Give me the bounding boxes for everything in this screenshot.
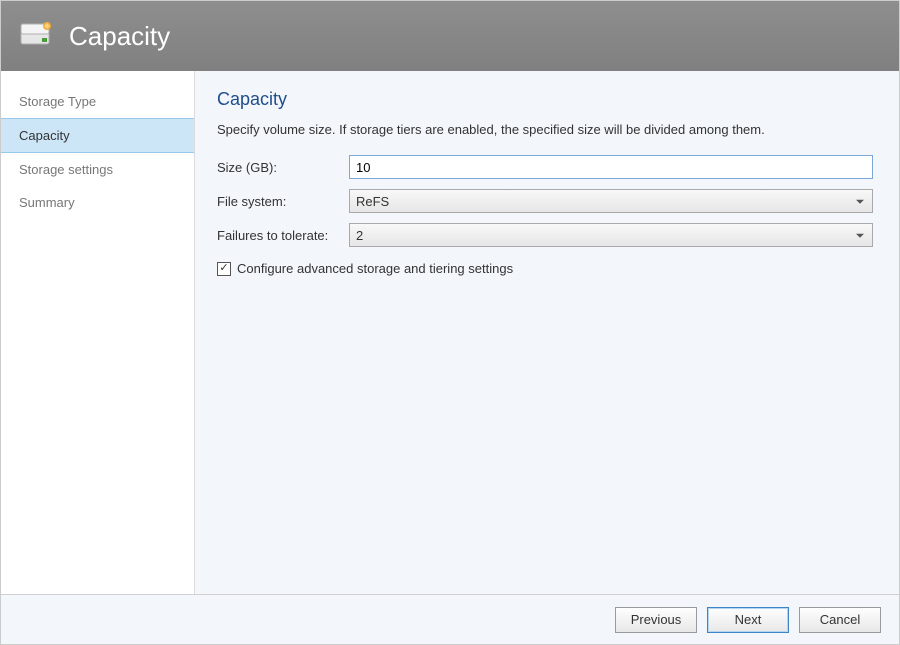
cancel-button[interactable]: Cancel xyxy=(799,607,881,633)
size-row: Size (GB): xyxy=(217,155,873,179)
failures-value: 2 xyxy=(356,228,363,243)
failures-label: Failures to tolerate: xyxy=(217,228,349,243)
next-button[interactable]: Next xyxy=(707,607,789,633)
previous-button[interactable]: Previous xyxy=(615,607,697,633)
advanced-settings-row: ✓ Configure advanced storage and tiering… xyxy=(217,261,873,276)
failures-row: Failures to tolerate: 2 xyxy=(217,223,873,247)
filesystem-row: File system: ReFS xyxy=(217,189,873,213)
failures-select[interactable]: 2 xyxy=(349,223,873,247)
check-icon: ✓ xyxy=(219,263,228,274)
sidebar-item-label: Capacity xyxy=(19,128,70,143)
wizard-header: Capacity xyxy=(1,1,899,71)
size-input[interactable] xyxy=(349,155,873,179)
wizard-body: Storage Type Capacity Storage settings S… xyxy=(1,71,899,594)
filesystem-label: File system: xyxy=(217,194,349,209)
size-label: Size (GB): xyxy=(217,160,349,175)
advanced-settings-checkbox[interactable]: ✓ xyxy=(217,262,231,276)
wizard-title: Capacity xyxy=(69,21,170,52)
page-title: Capacity xyxy=(217,89,873,110)
filesystem-value: ReFS xyxy=(356,194,389,209)
sidebar-item-label: Storage Type xyxy=(19,94,96,109)
main-panel: Capacity Specify volume size. If storage… xyxy=(195,71,899,594)
sidebar-item-storage-settings[interactable]: Storage settings xyxy=(1,153,194,186)
storage-drive-icon xyxy=(19,18,55,54)
sidebar-item-label: Storage settings xyxy=(19,162,113,177)
sidebar-item-storage-type[interactable]: Storage Type xyxy=(1,85,194,118)
wizard-sidebar: Storage Type Capacity Storage settings S… xyxy=(1,71,195,594)
sidebar-item-summary[interactable]: Summary xyxy=(1,186,194,219)
page-description: Specify volume size. If storage tiers ar… xyxy=(217,122,873,137)
advanced-settings-label: Configure advanced storage and tiering s… xyxy=(237,261,513,276)
sidebar-item-label: Summary xyxy=(19,195,75,210)
wizard-footer: Previous Next Cancel xyxy=(1,594,899,644)
sidebar-item-capacity[interactable]: Capacity xyxy=(1,118,194,153)
filesystem-select[interactable]: ReFS xyxy=(349,189,873,213)
